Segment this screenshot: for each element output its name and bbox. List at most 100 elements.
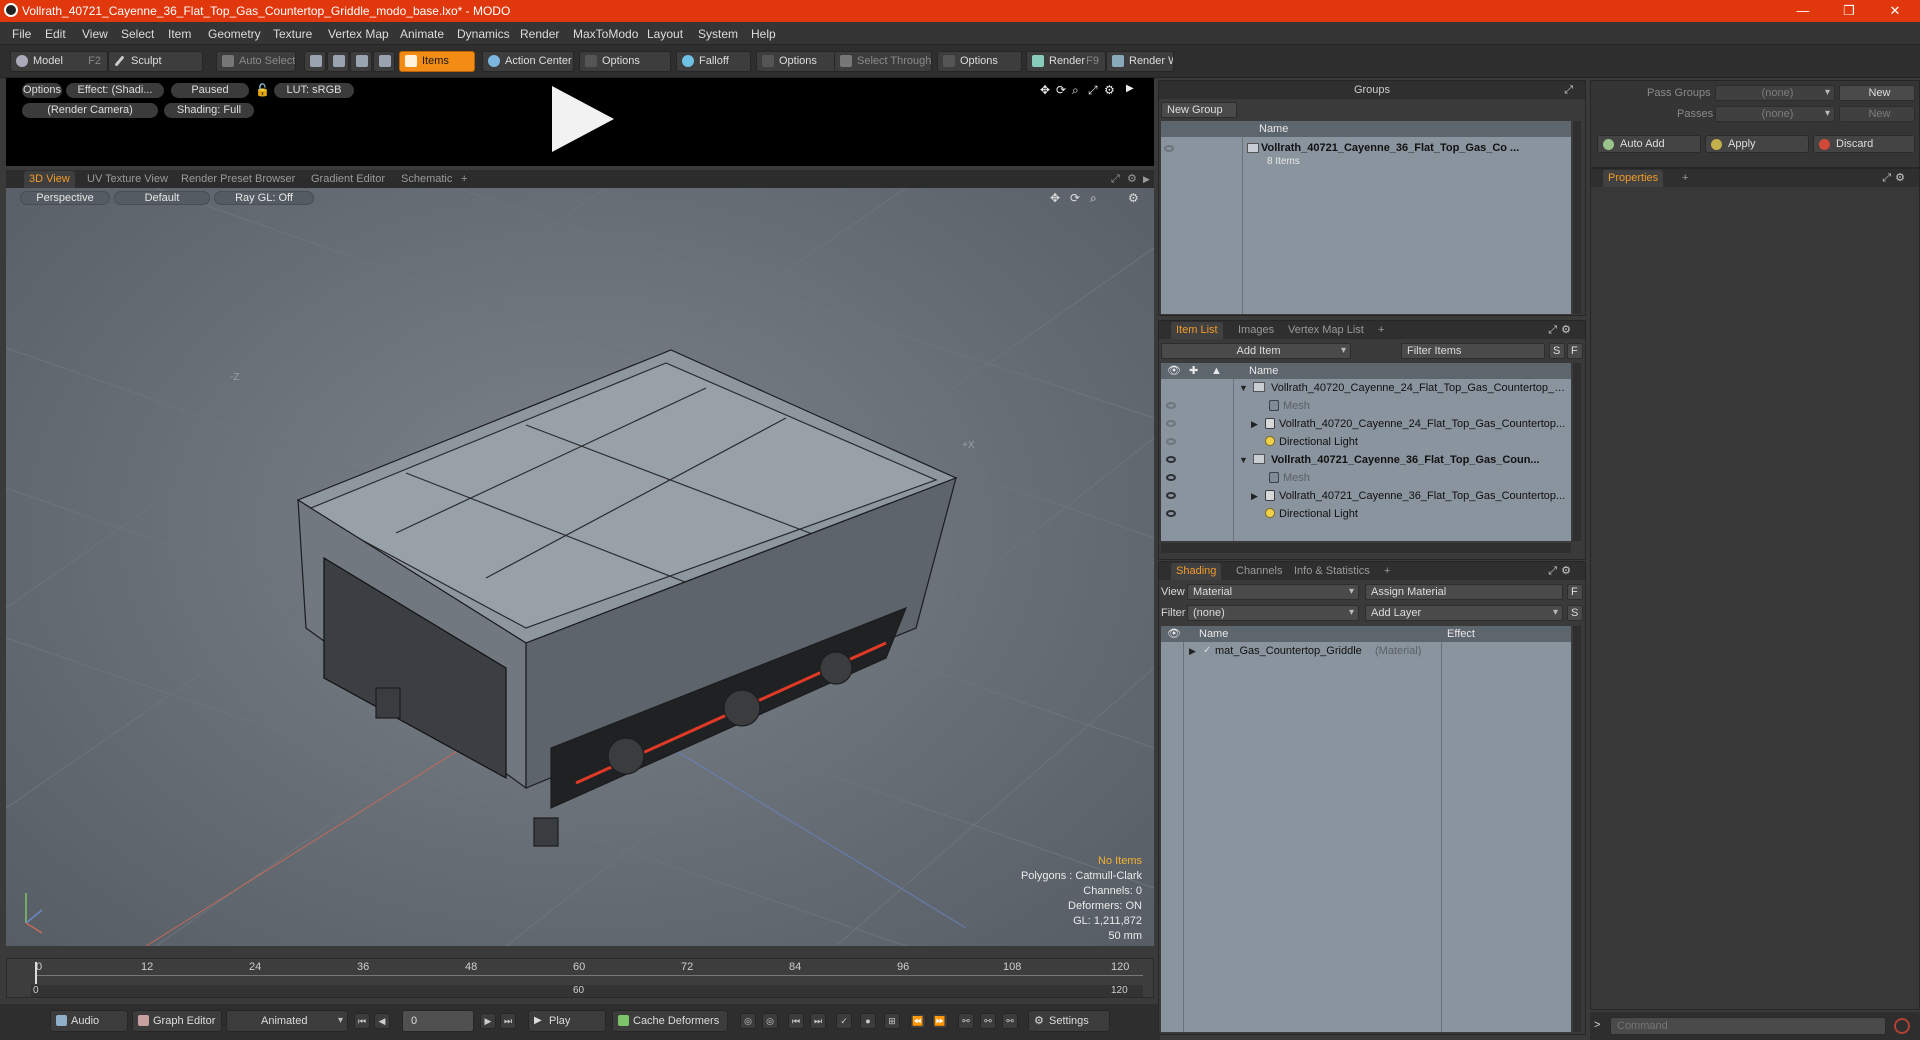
frame-field[interactable]: 0 xyxy=(402,1010,474,1032)
tree-row-mesh[interactable]: Mesh xyxy=(1161,469,1571,487)
assign-material-button[interactable]: Assign Material xyxy=(1365,584,1563,600)
tree-row-scene[interactable]: ▼ Vollrath_40721_Cayenne_36_Flat_Top_Gas_… xyxy=(1161,451,1571,469)
audio-button[interactable]: Audio xyxy=(50,1010,128,1032)
discard-button[interactable]: Discard xyxy=(1813,135,1915,153)
paused-toggle[interactable]: Paused xyxy=(171,83,249,98)
view-dropdown[interactable]: Material xyxy=(1187,584,1359,600)
timeline[interactable]: 0 12 24 36 48 60 72 84 96 108 120 0 60 1… xyxy=(6,958,1154,998)
model-mode-button[interactable]: Model F2 xyxy=(10,51,108,72)
gear-icon[interactable]: ⚙ xyxy=(1895,169,1905,187)
visibility-eye-icon[interactable] xyxy=(1166,456,1176,463)
cache-deformers-button[interactable]: Cache Deformers xyxy=(612,1010,728,1032)
expand-icon[interactable]: ⤢ xyxy=(1882,169,1891,187)
tab-gradient-editor[interactable]: Gradient Editor xyxy=(306,171,390,188)
select-polygons-button[interactable] xyxy=(350,51,372,72)
pan-icon[interactable]: ✥ xyxy=(1040,83,1050,97)
menu-layout[interactable]: Layout xyxy=(647,27,683,41)
key-next-icon[interactable]: ⏭ xyxy=(810,1013,826,1029)
orbit-icon[interactable]: ⟳ xyxy=(1070,191,1080,205)
visibility-eye-icon[interactable] xyxy=(1166,420,1176,427)
material-row[interactable]: ▶ ✓ mat_Gas_Countertop_Griddle (Material… xyxy=(1161,642,1571,660)
default-style-dropdown[interactable]: Default xyxy=(114,191,210,205)
restore-button[interactable]: ❐ xyxy=(1826,0,1872,22)
add-item-dropdown[interactable]: Add Item xyxy=(1161,343,1351,359)
expand-icon[interactable]: ⤢ xyxy=(1548,321,1557,339)
key-tool-icon[interactable]: ◎ xyxy=(740,1013,756,1029)
zoom-icon[interactable]: ⌕ xyxy=(1090,191,1097,206)
action-center-button[interactable]: Action Center xyxy=(482,51,574,72)
tab-schematic[interactable]: Schematic xyxy=(396,171,457,188)
settings-button[interactable]: ⚙ Settings xyxy=(1028,1010,1110,1032)
tab-properties[interactable]: Properties xyxy=(1603,170,1664,187)
animated-dropdown[interactable]: Animated xyxy=(226,1010,348,1032)
prev-key-button[interactable]: ◀ xyxy=(374,1013,390,1029)
tab-vertex-map-list[interactable]: Vertex Map List xyxy=(1283,322,1369,339)
keys-icon[interactable]: ⚯ xyxy=(958,1013,974,1029)
tab-images[interactable]: Images xyxy=(1233,322,1279,339)
tree-row-light[interactable]: Directional Light xyxy=(1161,505,1571,523)
menu-texture[interactable]: Texture xyxy=(273,27,312,41)
pass-groups-dropdown[interactable]: (none) xyxy=(1715,85,1835,101)
menu-help[interactable]: Help xyxy=(751,27,776,41)
new-pass-button[interactable]: New xyxy=(1839,106,1915,122)
add-layer-dropdown[interactable]: Add Layer xyxy=(1365,605,1563,621)
gear-icon[interactable]: ⚙ xyxy=(1561,562,1571,580)
shader-tree[interactable]: 👁 Name Effect ▶ ✓ mat_Gas_Countertop_Gri… xyxy=(1161,626,1571,1032)
auto-select-button[interactable]: Auto Select xyxy=(216,51,296,72)
tab-shading[interactable]: Shading xyxy=(1171,563,1222,580)
search-toggle-button[interactable]: S xyxy=(1549,343,1565,359)
key-prev-icon[interactable]: ⏮ xyxy=(788,1013,804,1029)
stop-icon[interactable] xyxy=(1894,1018,1910,1034)
falloff-button[interactable]: Falloff xyxy=(676,51,751,72)
filter-items-input[interactable]: Filter Items xyxy=(1401,343,1545,359)
tab-item-list[interactable]: Item List xyxy=(1171,322,1223,339)
gear-icon[interactable]: ⚙ xyxy=(1128,191,1139,205)
key-all-icon[interactable]: ⊞ xyxy=(884,1013,900,1029)
render-window-button[interactable]: Render Window xyxy=(1106,51,1174,72)
passes-dropdown[interactable]: (none) xyxy=(1715,106,1835,122)
falloff-options-button[interactable]: Options xyxy=(756,51,838,72)
expand-icon[interactable]: ⤢ xyxy=(1548,562,1557,580)
add-tab-button[interactable]: + xyxy=(456,171,472,188)
auto-add-button[interactable]: Auto Add xyxy=(1597,135,1701,153)
effect-dropdown[interactable]: Effect: (Shadi... xyxy=(66,83,164,98)
menu-edit[interactable]: Edit xyxy=(45,27,66,41)
f-toggle-button[interactable]: F xyxy=(1567,584,1583,600)
tree-row-light[interactable]: Directional Light xyxy=(1161,433,1571,451)
apply-button[interactable]: Apply xyxy=(1705,135,1809,153)
item-list-scrollbar[interactable] xyxy=(1573,363,1581,541)
minimize-button[interactable]: — xyxy=(1780,0,1826,22)
items-mode-button[interactable]: Items xyxy=(399,51,475,72)
lock-icon[interactable]: 🔓 xyxy=(255,83,270,97)
shading-dropdown[interactable]: Shading: Full xyxy=(164,103,254,118)
menu-file[interactable]: File xyxy=(12,27,31,41)
visibility-eye-icon[interactable] xyxy=(1166,510,1176,517)
expand-icon[interactable]: ⤢ xyxy=(1088,83,1098,98)
step-back-icon[interactable]: ⏪ xyxy=(910,1013,926,1029)
chevron-right-icon[interactable]: ▶ xyxy=(1138,171,1155,188)
record-icon[interactable]: ● xyxy=(860,1013,876,1029)
goto-start-button[interactable]: ⏮ xyxy=(354,1013,370,1029)
tree-row-mesh[interactable]: Mesh xyxy=(1161,397,1571,415)
playhead[interactable] xyxy=(35,962,37,984)
menu-system[interactable]: System xyxy=(698,27,738,41)
visibility-eye-icon[interactable] xyxy=(1166,474,1176,481)
visibility-eye-icon[interactable] xyxy=(1166,402,1176,409)
groups-scrollbar[interactable] xyxy=(1573,121,1581,314)
chevron-right-icon[interactable]: ▶ xyxy=(1126,83,1134,94)
menu-maxtomodo[interactable]: MaxToModo xyxy=(573,27,638,41)
add-tab-button[interactable]: + xyxy=(1373,322,1389,339)
close-button[interactable]: ✕ xyxy=(1872,0,1918,22)
keys-icon[interactable]: ⚯ xyxy=(980,1013,996,1029)
visibility-eye-icon[interactable] xyxy=(1164,145,1174,152)
tree-row-locator[interactable]: ▶ Vollrath_40720_Cayenne_24_Flat_Top_Gas_… xyxy=(1161,415,1571,433)
tab-uv-texture-view[interactable]: UV Texture View xyxy=(82,171,173,188)
item-tree[interactable]: 👁 ✚ ▲ Name ▼ Vollrath_40720_Cayenne_24_Fl… xyxy=(1161,363,1571,541)
menu-item[interactable]: Item xyxy=(168,27,191,41)
filter-toggle-button[interactable]: F xyxy=(1567,343,1583,359)
tree-row-scene[interactable]: ▼ Vollrath_40720_Cayenne_24_Flat_Top_Gas_… xyxy=(1161,379,1571,397)
menu-dynamics[interactable]: Dynamics xyxy=(457,27,510,41)
graph-editor-button[interactable]: Graph Editor xyxy=(132,1010,222,1032)
select-through-button[interactable]: Select Through xyxy=(834,51,932,72)
render-preview[interactable]: Options Effect: (Shadi... Paused 🔓 LUT: … xyxy=(6,78,1154,166)
